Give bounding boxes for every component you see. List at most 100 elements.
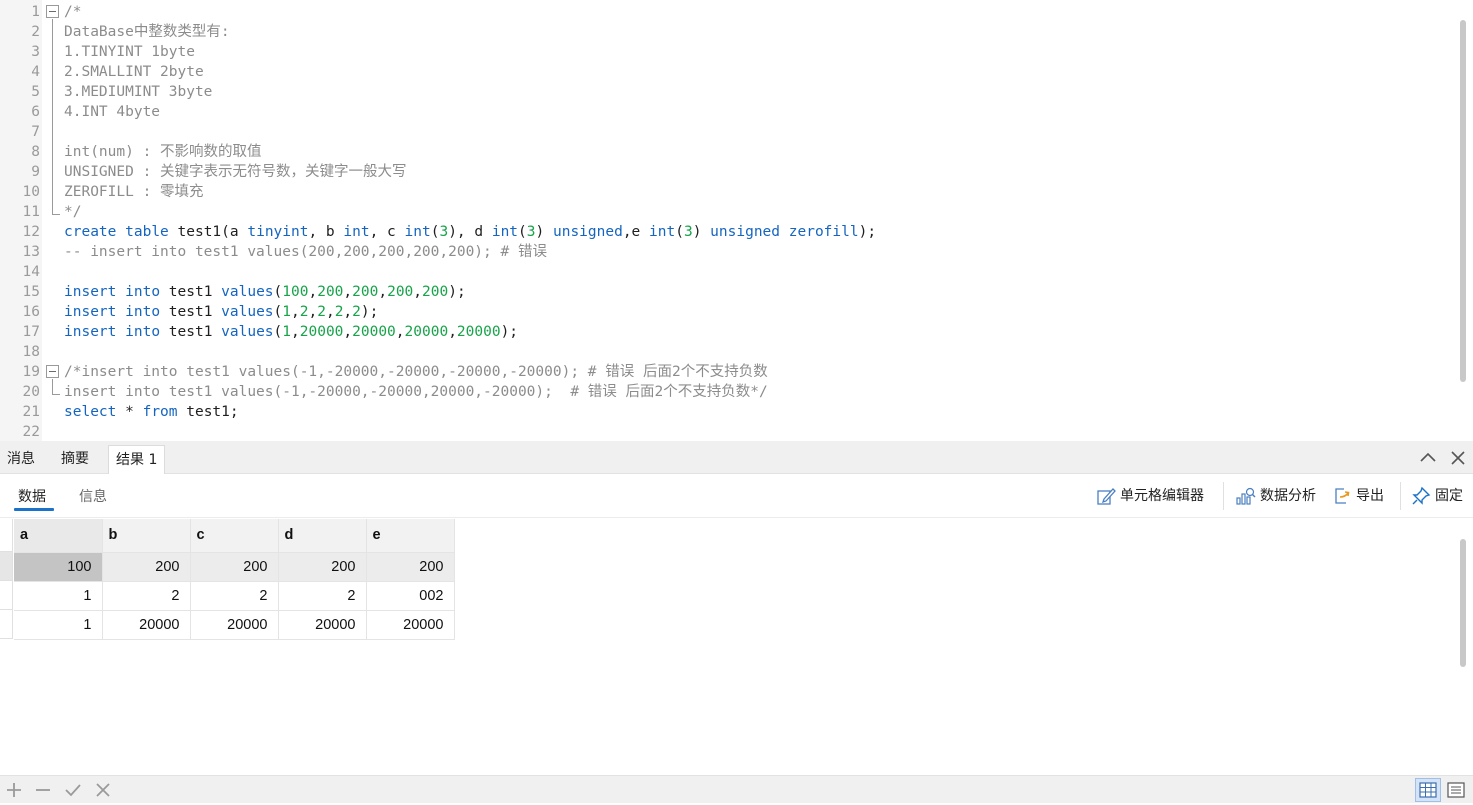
code-line[interactable]: /*insert into test1 values(-1,-20000,-20…: [64, 362, 768, 382]
result-grid[interactable]: a b c d e 100 200 200 200 200 1 2 2 2 00…: [0, 519, 1473, 775]
code-line[interactable]: ZEROFILL : 零填充: [64, 182, 204, 202]
minus-icon[interactable]: [33, 780, 53, 800]
line-number: 9: [31, 164, 40, 180]
sql-number: 1: [282, 304, 292, 320]
fold-toggle-icon[interactable]: [46, 5, 59, 18]
column-header-d[interactable]: d: [278, 519, 367, 553]
sql-keyword: into: [125, 284, 161, 300]
table-cell[interactable]: 20000: [102, 610, 191, 640]
sql-number: 20000: [352, 324, 396, 340]
table-cell[interactable]: 200: [190, 552, 279, 582]
sql-comment: /*: [64, 4, 82, 20]
table-cell[interactable]: 100: [14, 552, 103, 582]
sql-keyword: values: [221, 304, 274, 320]
table-cell[interactable]: 20000: [366, 610, 455, 640]
code-line[interactable]: insert into test1 values(1,20000,20000,2…: [64, 322, 518, 342]
code-line[interactable]: -- insert into test1 values(200,200,200,…: [64, 242, 547, 262]
pin-label: 固定: [1435, 488, 1463, 504]
check-icon[interactable]: [63, 780, 83, 800]
table-row[interactable]: 1 20000 20000 20000 20000: [14, 610, 455, 640]
grid-scrollbar[interactable]: [1460, 539, 1466, 667]
column-header-b[interactable]: b: [102, 519, 191, 553]
table-cell[interactable]: 002: [366, 581, 455, 611]
code-line[interactable]: create table test1(a tinyint, b int, c i…: [64, 222, 876, 242]
column-header-a[interactable]: a: [14, 519, 103, 553]
table-cell[interactable]: 2: [102, 581, 191, 611]
editor-scrollbar[interactable]: [1460, 20, 1466, 382]
row-header[interactable]: [0, 552, 13, 581]
table-cell[interactable]: 20000: [278, 610, 367, 640]
fold-guide: [52, 19, 53, 214]
table-row[interactable]: 100 200 200 200 200: [14, 552, 455, 582]
table-cell[interactable]: 200: [278, 552, 367, 582]
column-header-e[interactable]: e: [366, 519, 455, 553]
table-cell[interactable]: 200: [102, 552, 191, 582]
table-cell[interactable]: 1: [14, 581, 103, 611]
table-cell[interactable]: 200: [366, 552, 455, 582]
grid-view-icon[interactable]: [1415, 778, 1441, 802]
table-row[interactable]: 1 2 2 2 002: [14, 581, 455, 611]
form-view-icon[interactable]: [1443, 778, 1469, 802]
line-number: 18: [22, 344, 40, 360]
pin-button[interactable]: 固定: [1411, 486, 1463, 506]
close-icon[interactable]: [1449, 449, 1467, 467]
sql-keyword: into: [125, 304, 161, 320]
cell-editor-button[interactable]: 单元格编辑器: [1096, 486, 1204, 506]
export-label: 导出: [1356, 488, 1384, 504]
sql-text: ,: [413, 284, 423, 300]
active-tab-indicator: [14, 508, 54, 511]
sql-text: );: [858, 224, 877, 240]
chevron-up-icon[interactable]: [1419, 449, 1437, 467]
table-cell[interactable]: 2: [278, 581, 367, 611]
line-number: 20: [22, 384, 40, 400]
row-header[interactable]: [0, 581, 13, 610]
code-line[interactable]: insert into test1 values(1,2,2,2,2);: [64, 302, 378, 322]
code-line[interactable]: 2.SMALLINT 2byte: [64, 62, 204, 82]
sql-comment: 1.TINYINT 1byte: [64, 44, 195, 60]
code-line[interactable]: 4.INT 4byte: [64, 102, 160, 122]
subtab-info[interactable]: 信息: [79, 486, 107, 506]
sql-keyword: select: [64, 404, 117, 420]
line-number: 21: [22, 404, 40, 420]
table-cell[interactable]: 2: [190, 581, 279, 611]
code-line[interactable]: /*: [64, 2, 81, 22]
code-line[interactable]: UNSIGNED : 关键字表示无符号数，关键字一般大写: [64, 162, 407, 182]
tab-summary[interactable]: 摘要: [54, 445, 96, 474]
line-number-gutter: 1 2 3 4 5 6 7 8 9 10 11 12 13 14 15 16 17 18 19 20 21 22: [0, 0, 42, 441]
tab-messages[interactable]: 消息: [0, 445, 42, 474]
sql-text: ,: [291, 324, 300, 340]
code-line[interactable]: int(num) : 不影响数的取值: [64, 142, 262, 162]
fold-guide: [52, 379, 53, 394]
fold-toggle-icon[interactable]: [46, 365, 59, 378]
tab-result-1[interactable]: 结果 1: [108, 445, 166, 474]
sql-text: test1: [160, 304, 222, 320]
sql-keyword: int: [404, 224, 431, 240]
sql-editor[interactable]: 1 2 3 4 5 6 7 8 9 10 11 12 13 14 15 16 17 18 19 20 21 22 /* Da…: [0, 0, 1473, 441]
sql-comment: 4.INT 4byte: [64, 104, 161, 120]
sql-text: );: [360, 304, 379, 320]
x-icon[interactable]: [93, 780, 113, 800]
plus-icon[interactable]: [4, 780, 24, 800]
line-number: 14: [22, 264, 40, 280]
subtab-data[interactable]: 数据: [18, 486, 46, 506]
table-cell[interactable]: 1: [14, 610, 103, 640]
code-line[interactable]: 3.MEDIUMINT 3byte: [64, 82, 212, 102]
table-cell[interactable]: 20000: [190, 610, 279, 640]
export-button[interactable]: 导出: [1332, 486, 1384, 506]
code-line[interactable]: 1.TINYINT 1byte: [64, 42, 195, 62]
toolbar-divider: [1223, 482, 1224, 510]
code-line[interactable]: */: [64, 202, 81, 222]
sql-text: *: [116, 404, 143, 420]
sql-number: 200: [422, 284, 449, 300]
code-line[interactable]: DataBase中整数类型有:: [64, 22, 230, 42]
data-analysis-button[interactable]: 数据分析: [1236, 486, 1316, 506]
row-header[interactable]: [0, 610, 13, 639]
column-header-c[interactable]: c: [190, 519, 279, 553]
code-line[interactable]: insert into test1 values(100,200,200,200…: [64, 282, 466, 302]
line-number: 8: [31, 144, 40, 160]
code-line[interactable]: select * from test1;: [64, 402, 239, 422]
header-row: a b c d e: [14, 519, 455, 553]
code-line[interactable]: insert into test1 values(-1,-20000,-2000…: [64, 382, 768, 402]
line-number: 16: [22, 304, 40, 320]
